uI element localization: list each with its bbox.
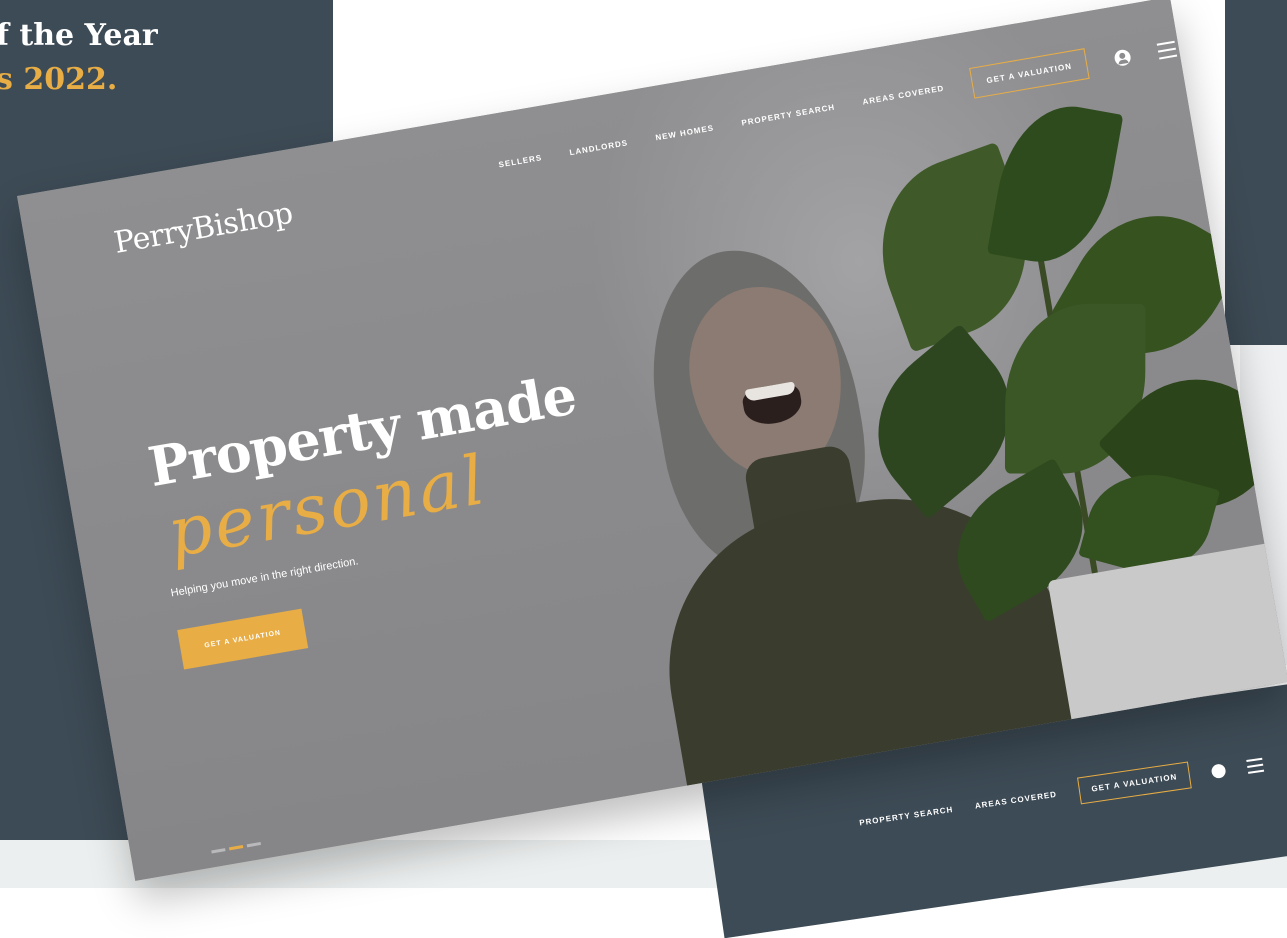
award-title: f the Year bbox=[0, 18, 158, 53]
secondary-nav-areas-covered[interactable]: AREAS COVERED bbox=[974, 790, 1057, 811]
user-icon[interactable] bbox=[1210, 762, 1227, 779]
nav-areas-covered[interactable]: AREAS COVERED bbox=[862, 84, 945, 107]
secondary-valuation-button[interactable]: GET A VALUATION bbox=[1076, 761, 1193, 805]
user-icon[interactable] bbox=[1112, 48, 1132, 67]
nav-new-homes[interactable]: NEW HOMES bbox=[655, 123, 715, 142]
secondary-nav-property-search[interactable]: PROPERTY SEARCH bbox=[859, 805, 954, 828]
secondary-nav: PROPERTY SEARCH AREAS COVERED GET A VALU… bbox=[857, 751, 1265, 837]
menu-icon[interactable] bbox=[1156, 40, 1177, 60]
award-year: s 2022. bbox=[0, 62, 118, 97]
nav-sellers[interactable]: SELLERS bbox=[498, 153, 543, 169]
menu-icon[interactable] bbox=[1246, 757, 1265, 774]
nav-landlords[interactable]: LANDLORDS bbox=[569, 138, 629, 157]
right-navy-panel bbox=[1225, 0, 1287, 345]
nav-property-search[interactable]: PROPERTY SEARCH bbox=[741, 103, 836, 128]
